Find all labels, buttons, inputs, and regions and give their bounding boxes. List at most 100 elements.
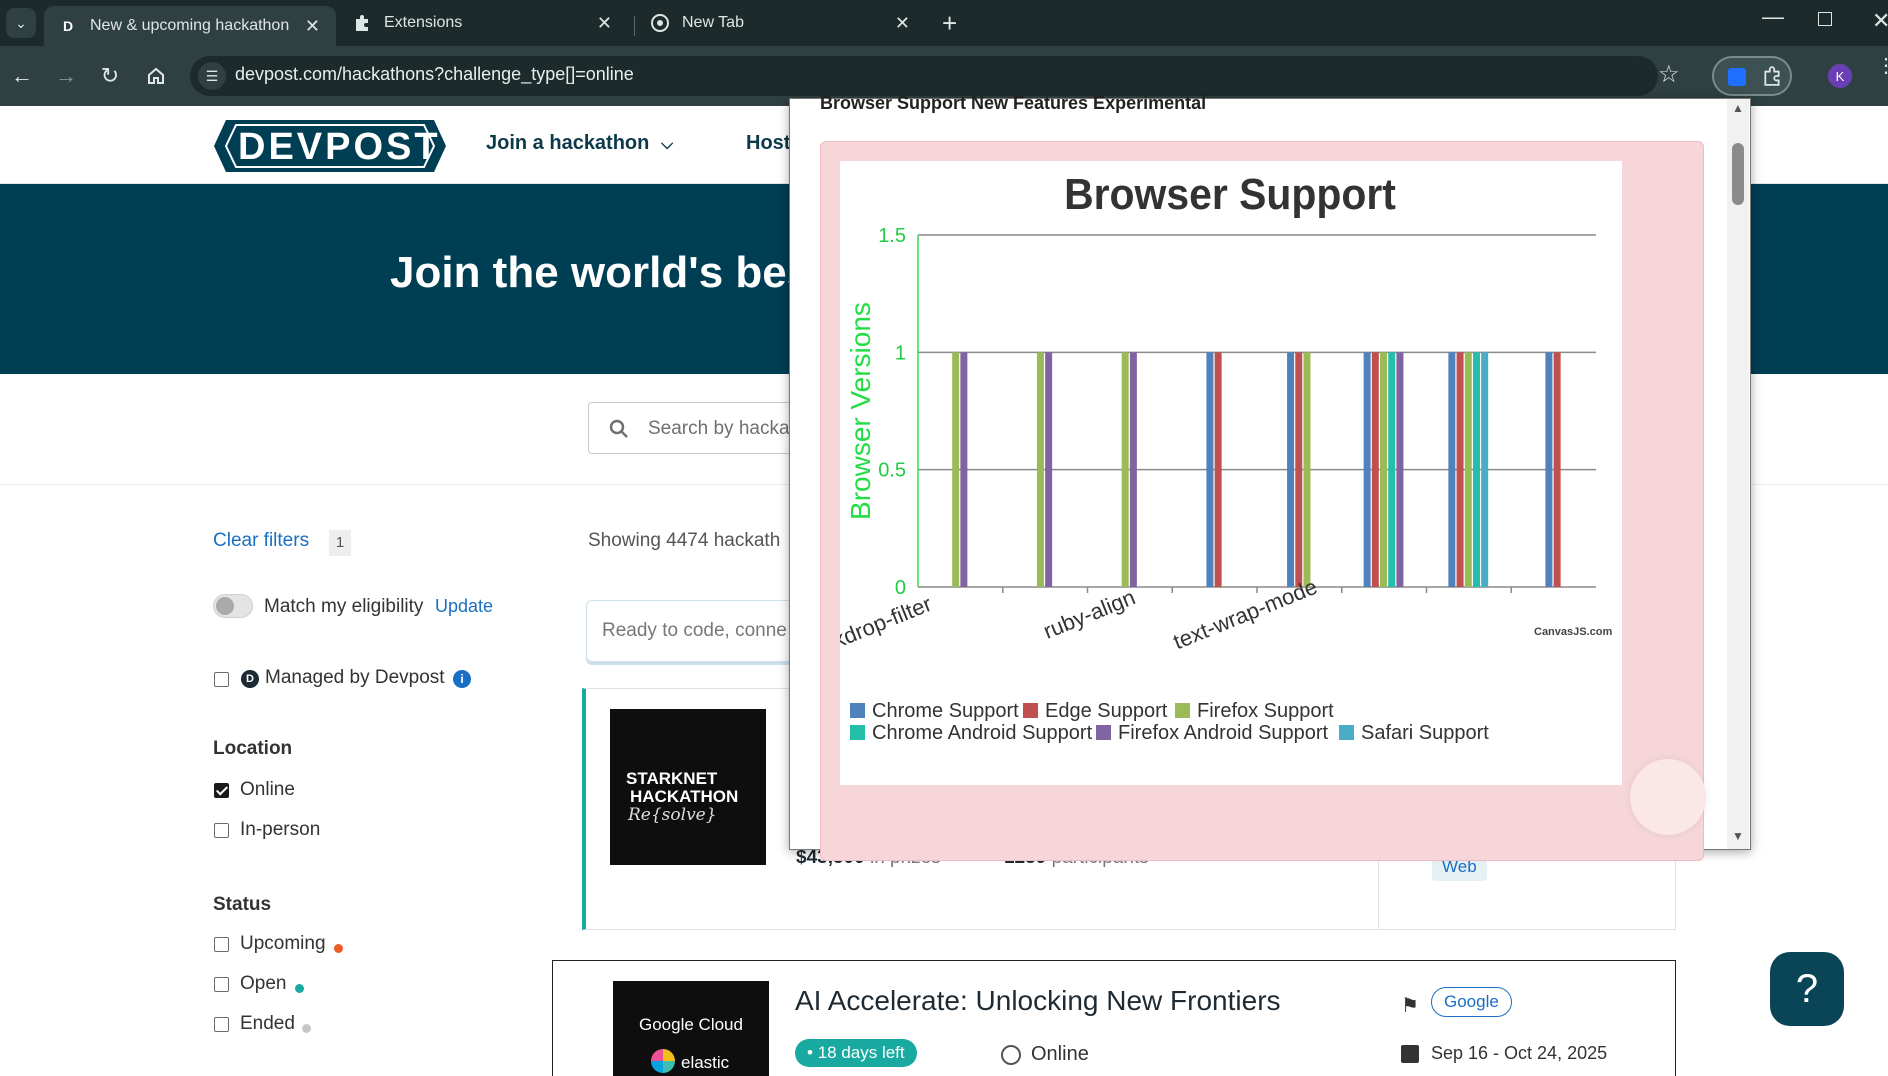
tab-search-button[interactable]: ⌄ xyxy=(6,8,36,38)
tab-strip: ⌄ D New & upcoming hackathons ✕ Extensio… xyxy=(0,0,1888,46)
scroll-thumb[interactable] xyxy=(1732,143,1744,205)
devpost-favicon: D xyxy=(62,18,74,34)
legend-label: Safari Support xyxy=(1361,722,1489,744)
flag-icon: ⚑ xyxy=(1401,995,1419,1017)
chevron-down-icon: ⌄ xyxy=(15,14,27,31)
puzzle-icon xyxy=(352,13,372,33)
bar-firefox-support xyxy=(1303,352,1311,587)
thumb-text-1: STARKNET xyxy=(626,769,718,788)
popup-header: Browser Support New Features Experimenta… xyxy=(820,93,1207,113)
y-axis-title: Browser Versions xyxy=(845,302,876,520)
eligibility-label: Match my eligibility xyxy=(264,596,424,617)
bar-firefox-support xyxy=(1380,352,1388,587)
open-label[interactable]: Open xyxy=(240,973,286,995)
toggle-knob xyxy=(216,597,234,615)
extension-active-button[interactable] xyxy=(1712,56,1792,96)
tab-title: Extensions xyxy=(384,14,463,31)
bar-firefox-android-support xyxy=(1129,352,1137,587)
scroll-down-arrow[interactable]: ▼ xyxy=(1732,829,1744,843)
minimize-icon[interactable]: — xyxy=(1762,4,1784,30)
legend-swatch xyxy=(1023,703,1038,718)
profile-avatar[interactable]: K xyxy=(1828,64,1852,88)
close-window-icon[interactable]: ✕ xyxy=(1872,8,1888,34)
y-tick-label: 0 xyxy=(895,577,906,599)
tab-devpost[interactable]: D New & upcoming hackathons ✕ xyxy=(44,6,336,46)
bar-firefox-support xyxy=(1121,352,1129,587)
legend-label: Firefox Android Support xyxy=(1118,722,1329,744)
url-text[interactable]: devpost.com/hackathons?challenge_type[]=… xyxy=(235,64,634,85)
restore-icon[interactable] xyxy=(1818,12,1832,26)
inperson-checkbox[interactable] xyxy=(214,823,229,838)
hackathon-card-ai-accelerate[interactable]: Google Cloud elastic AI Accelerate: Unlo… xyxy=(552,960,1676,1076)
upcoming-checkbox[interactable] xyxy=(214,937,229,952)
puzzle-icon[interactable] xyxy=(1762,66,1782,91)
bar-edge-support xyxy=(1214,352,1222,587)
bar-chrome-support xyxy=(1448,352,1456,587)
globe-icon xyxy=(1001,1045,1021,1065)
new-tab-button[interactable]: + xyxy=(942,8,957,39)
nav-host[interactable]: Host xyxy=(746,132,790,155)
nav-join-label: Join a hackathon xyxy=(486,132,650,154)
inperson-label[interactable]: In-person xyxy=(240,819,320,841)
site-info-icon[interactable]: ☰ xyxy=(198,62,226,90)
close-tab-icon[interactable]: ✕ xyxy=(895,13,910,34)
badge-dot-icon: • xyxy=(807,1043,818,1062)
tab-extensions[interactable]: Extensions ✕ xyxy=(338,6,628,40)
host-tag-google[interactable]: Google xyxy=(1431,987,1512,1017)
bar-chrome-android-support xyxy=(1472,352,1480,587)
legend-swatch xyxy=(850,725,865,740)
online-checkbox[interactable] xyxy=(214,783,229,798)
thumb-elastic: elastic xyxy=(681,1053,730,1072)
managed-checkbox[interactable] xyxy=(214,672,229,687)
legend-label: Edge Support xyxy=(1045,700,1168,722)
y-tick-label: 1.5 xyxy=(878,225,906,247)
scroll-up-arrow[interactable]: ▲ xyxy=(1732,101,1744,115)
status-heading: Status xyxy=(213,894,272,915)
bookmark-star-icon[interactable]: ☆ xyxy=(1658,60,1680,89)
reload-icon[interactable]: ↻ xyxy=(92,58,128,94)
ended-checkbox[interactable] xyxy=(214,1017,229,1032)
menu-icon[interactable]: ⋮ xyxy=(1876,56,1888,76)
filter-count-badge: 1 xyxy=(329,530,351,556)
upcoming-label[interactable]: Upcoming xyxy=(240,933,326,955)
hackathon-title[interactable]: AI Accelerate: Unlocking New Frontiers xyxy=(795,985,1281,1017)
bar-chrome-support xyxy=(1287,352,1295,587)
clear-filters-link[interactable]: Clear filters xyxy=(213,530,309,552)
bar-edge-support xyxy=(1456,352,1464,587)
ended-label[interactable]: Ended xyxy=(240,1013,295,1035)
open-checkbox[interactable] xyxy=(214,977,229,992)
bar-firefox-support xyxy=(1036,352,1044,587)
x-tick-label: text-wrap-mode xyxy=(1170,574,1321,654)
open-status-dot xyxy=(295,984,304,993)
help-chat-button[interactable]: ? xyxy=(1770,952,1844,1026)
legend-swatch xyxy=(850,703,865,718)
managed-label: Managed by Devpost xyxy=(265,667,445,688)
devpost-logo[interactable]: DEVPOST xyxy=(214,120,446,172)
forward-icon[interactable]: → xyxy=(48,58,84,94)
close-tab-icon[interactable]: ✕ xyxy=(597,13,612,34)
bar-firefox-support xyxy=(1464,352,1472,587)
chrome-icon xyxy=(650,13,670,33)
google-elastic-thumbnail: Google Cloud elastic xyxy=(613,981,769,1076)
tab-new-tab[interactable]: New Tab ✕ xyxy=(636,6,926,40)
close-tab-icon[interactable]: ✕ xyxy=(305,16,320,37)
legend-swatch xyxy=(1096,725,1111,740)
chart-credit: CanvasJS.com xyxy=(1534,626,1612,638)
thumb-text-3: Re{solve} xyxy=(628,805,717,825)
search-icon xyxy=(609,419,628,438)
back-icon[interactable]: ← xyxy=(4,58,40,94)
online-label[interactable]: Online xyxy=(240,779,295,801)
home-icon[interactable] xyxy=(138,58,174,94)
extension-icon[interactable] xyxy=(1728,68,1746,86)
eligibility-update-link[interactable]: Update xyxy=(435,596,493,617)
eligibility-toggle[interactable] xyxy=(213,594,253,618)
nav-join-hackathon[interactable]: Join a hackathon ⌵ xyxy=(486,132,673,155)
location-heading: Location xyxy=(213,738,293,759)
bar-edge-support xyxy=(1553,352,1561,587)
popup-scrollbar[interactable]: ▲ ▼ xyxy=(1727,99,1749,849)
y-tick-label: 1 xyxy=(895,342,906,364)
info-icon[interactable]: i xyxy=(453,670,471,688)
hero-title: Join the world's bes xyxy=(390,248,812,297)
legend-label: Chrome Android Support xyxy=(872,722,1093,744)
floating-action-circle[interactable] xyxy=(1630,759,1706,835)
